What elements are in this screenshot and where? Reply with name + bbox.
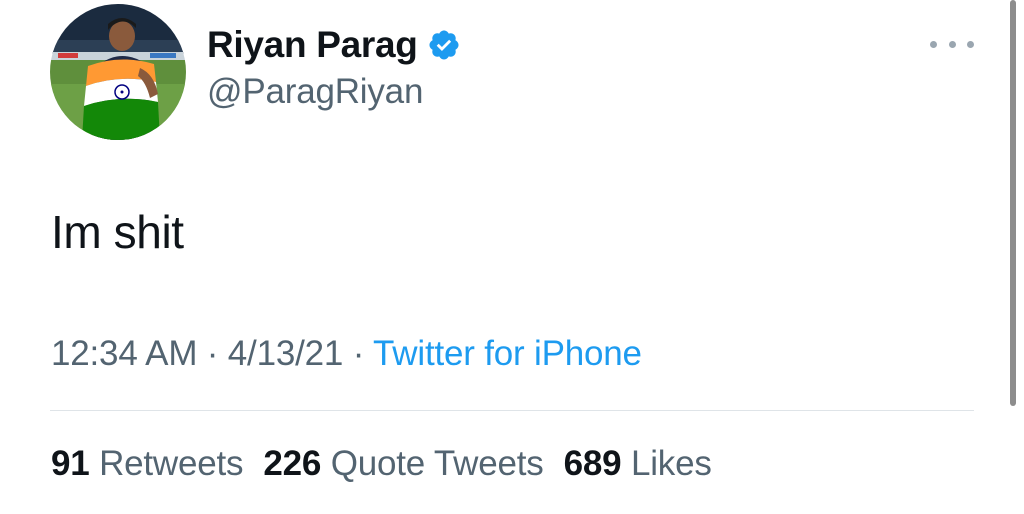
tweet-source-link[interactable]: Twitter for iPhone [373, 334, 642, 373]
retweets-label: Retweets [99, 444, 244, 483]
likes-count: 689 [563, 444, 622, 483]
dot [948, 40, 956, 48]
display-name[interactable]: Riyan Parag [207, 24, 418, 66]
avatar[interactable] [50, 4, 186, 140]
tweet-text: Im shit [51, 206, 184, 258]
likes-label: Likes [630, 444, 712, 483]
tweet-date[interactable]: 4/13/21 [228, 334, 344, 373]
meta-separator: · [343, 334, 374, 373]
quote-tweets-label: Quote Tweets [330, 444, 544, 483]
tweet-metadata: 12:34 AM · 4/13/21 · Twitter for iPhone [51, 334, 642, 374]
quote-tweets-stat[interactable]: 226 Quote Tweets [263, 444, 543, 483]
quote-tweets-count: 226 [263, 444, 322, 483]
tweet-stats: 91 Retweets 226 Quote Tweets 689 Likes [51, 444, 732, 484]
dot [967, 40, 974, 48]
scrollbar[interactable] [1010, 0, 1016, 406]
retweets-count: 91 [51, 444, 90, 483]
meta-separator: · [197, 334, 228, 373]
tweet-time[interactable]: 12:34 AM [51, 334, 197, 373]
more-options-icon[interactable] [930, 30, 974, 58]
dot [930, 40, 937, 48]
author-handle[interactable]: @ParagRiyan [207, 72, 423, 112]
likes-stat[interactable]: 689 Likes [564, 444, 712, 483]
divider [50, 410, 974, 411]
verified-badge-icon [427, 28, 461, 62]
retweets-stat[interactable]: 91 Retweets [51, 444, 244, 483]
tweet-card: Riyan Parag @ParagRiyan Im shit 12:34 AM… [0, 0, 1024, 514]
author-name-row[interactable]: Riyan Parag [207, 22, 461, 68]
